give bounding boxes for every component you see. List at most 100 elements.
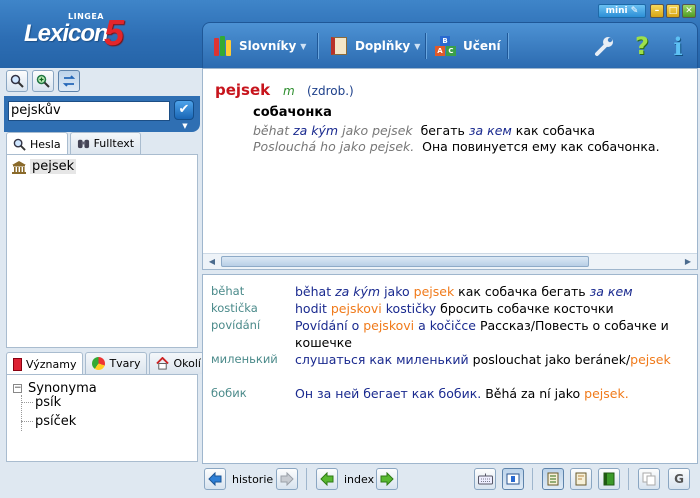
toolbar-separator bbox=[306, 468, 307, 490]
zoom-search-button[interactable] bbox=[32, 70, 54, 92]
tab-tvary-label: Tvary bbox=[109, 357, 141, 370]
magnifier-icon bbox=[10, 74, 24, 88]
related-fragment: слушаться как миленький bbox=[295, 352, 469, 367]
search-button[interactable] bbox=[6, 70, 28, 92]
history-dropdown-button[interactable]: ▼ bbox=[178, 122, 192, 131]
menu-doplnky[interactable]: Doplňky ▼ bbox=[329, 33, 420, 59]
copy-icon bbox=[642, 472, 656, 486]
close-button[interactable]: ✕ bbox=[682, 4, 696, 18]
tab-hesla-label: Hesla bbox=[30, 137, 61, 151]
example-row: Poslouchá ho jako pejsek. Она повинуется… bbox=[253, 139, 660, 154]
tree-connector bbox=[21, 421, 33, 422]
swap-direction-button[interactable] bbox=[58, 70, 80, 92]
tree-connector bbox=[21, 395, 22, 431]
minimize-button[interactable]: – bbox=[650, 4, 664, 18]
translation: собачонка bbox=[253, 105, 332, 120]
arrow-right-icon bbox=[380, 472, 394, 486]
google-button[interactable]: G bbox=[668, 468, 690, 490]
example-source: jako pejsek bbox=[342, 123, 413, 138]
history-back-button[interactable] bbox=[204, 468, 226, 490]
chevron-down-icon: ▼ bbox=[414, 41, 421, 51]
document-icon bbox=[575, 472, 587, 486]
related-key: бобик bbox=[211, 386, 247, 400]
confirm-search-button[interactable]: ✔ bbox=[174, 100, 194, 120]
collapse-icon[interactable]: − bbox=[13, 384, 22, 393]
related-fragment: Povídání o bbox=[295, 318, 364, 333]
related-key: povídání bbox=[211, 318, 261, 332]
horizontal-scrollbar[interactable]: ◀ ▶ bbox=[203, 253, 697, 269]
help-button[interactable]: ? bbox=[627, 31, 657, 61]
menu-uceni[interactable]: A C B Učení bbox=[435, 33, 501, 59]
shapes-icon bbox=[92, 357, 106, 370]
example-source: Poslouchá ho jako pejsek. bbox=[253, 139, 415, 154]
house-icon bbox=[156, 357, 170, 370]
help-icon: ? bbox=[635, 32, 649, 60]
tab-okoli-label: Okolí bbox=[173, 357, 201, 370]
view-mode-2-button[interactable] bbox=[570, 468, 592, 490]
tab-fulltext[interactable]: Fulltext bbox=[69, 132, 142, 154]
related-key: миленький bbox=[211, 352, 278, 366]
abc-blocks-icon: A C B bbox=[435, 36, 457, 56]
tree-root[interactable]: − Synonyma bbox=[13, 381, 97, 396]
example-row: běhat za kým jako pejsek бегать за кем к… bbox=[253, 123, 595, 138]
title-bar: LINGEA Lexicon 5 mini ✎ – □ ✕ Slovníky ▼… bbox=[0, 0, 700, 68]
related-text: běhat za kým jako pejsek как собачка бег… bbox=[295, 283, 691, 300]
tab-okoli[interactable]: Okolí bbox=[149, 352, 208, 374]
copy-button[interactable] bbox=[638, 468, 660, 490]
tab-vyznamy[interactable]: Významy bbox=[6, 352, 84, 375]
settings-button[interactable] bbox=[589, 31, 619, 61]
mini-label: mini bbox=[605, 6, 628, 16]
menu-slovniky[interactable]: Slovníky ▼ bbox=[213, 33, 306, 59]
document-list-icon bbox=[547, 472, 559, 486]
menu-doplnky-label: Doplňky bbox=[355, 39, 411, 53]
search-input[interactable]: pejskův bbox=[8, 101, 170, 121]
chevron-down-icon: ▼ bbox=[300, 41, 307, 51]
view-mode-1-button[interactable] bbox=[542, 468, 564, 490]
arrow-left-icon bbox=[208, 472, 222, 486]
related-fragment: pejsek bbox=[413, 284, 455, 299]
related-fragment: pejskovi bbox=[330, 301, 382, 316]
example-target: за кем bbox=[468, 123, 512, 138]
maximize-button[interactable]: □ bbox=[666, 4, 680, 18]
index-back-button[interactable] bbox=[316, 468, 338, 490]
related-key: běhat bbox=[211, 284, 245, 298]
chevron-down-icon: ▼ bbox=[182, 122, 188, 130]
scrollbar-thumb[interactable] bbox=[221, 256, 589, 267]
arrow-right-icon bbox=[280, 472, 294, 486]
tab-fulltext-label: Fulltext bbox=[93, 137, 135, 150]
index-forward-button[interactable] bbox=[376, 468, 398, 490]
related-fragment: Он за ней бегает как бобик. bbox=[295, 386, 482, 401]
scroll-right-icon[interactable]: ▶ bbox=[682, 256, 694, 267]
logo-word: Lexicon bbox=[24, 20, 109, 47]
related-fragment: jako bbox=[380, 284, 414, 299]
tab-hesla[interactable]: Hesla bbox=[6, 132, 68, 155]
keyboard-button[interactable] bbox=[474, 468, 496, 490]
related-fragment: běhat bbox=[295, 284, 336, 299]
related-key: kostička bbox=[211, 301, 258, 315]
main-menu-bar: Slovníky ▼ Doplňky ▼ A C B Učení ? i bbox=[202, 22, 698, 68]
headword-list: pejsek bbox=[6, 154, 198, 348]
related-fragment: pejsek bbox=[630, 352, 671, 367]
menu-separator bbox=[425, 33, 426, 59]
g-label: G bbox=[674, 472, 684, 486]
scroll-left-icon[interactable]: ◀ bbox=[206, 256, 218, 267]
list-item-label: pejsek bbox=[30, 159, 77, 174]
pin-panel-button[interactable] bbox=[502, 468, 524, 490]
tree-connector bbox=[21, 402, 33, 403]
example-source: za kým bbox=[293, 123, 339, 138]
bottom-navigation: historie index G bbox=[202, 466, 698, 496]
tab-tvary[interactable]: Tvary bbox=[85, 352, 148, 374]
history-forward-button[interactable] bbox=[276, 468, 298, 490]
arrow-left-icon bbox=[320, 472, 334, 486]
info-button[interactable]: i bbox=[663, 31, 693, 61]
keyboard-icon bbox=[477, 473, 493, 485]
mini-mode-button[interactable]: mini ✎ bbox=[598, 4, 646, 18]
list-item[interactable]: pejsek bbox=[11, 159, 77, 174]
tree-item[interactable]: psíček bbox=[35, 414, 76, 429]
related-phrases: běhat běhat za kým jako pejsek как собач… bbox=[202, 274, 698, 464]
tree-item[interactable]: psík bbox=[35, 395, 61, 410]
view-mode-3-button[interactable] bbox=[598, 468, 620, 490]
example-target: Она повинуется ему как собачонка. bbox=[422, 139, 660, 154]
info-icon: i bbox=[673, 31, 683, 61]
tree-root-label: Synonyma bbox=[28, 381, 97, 396]
